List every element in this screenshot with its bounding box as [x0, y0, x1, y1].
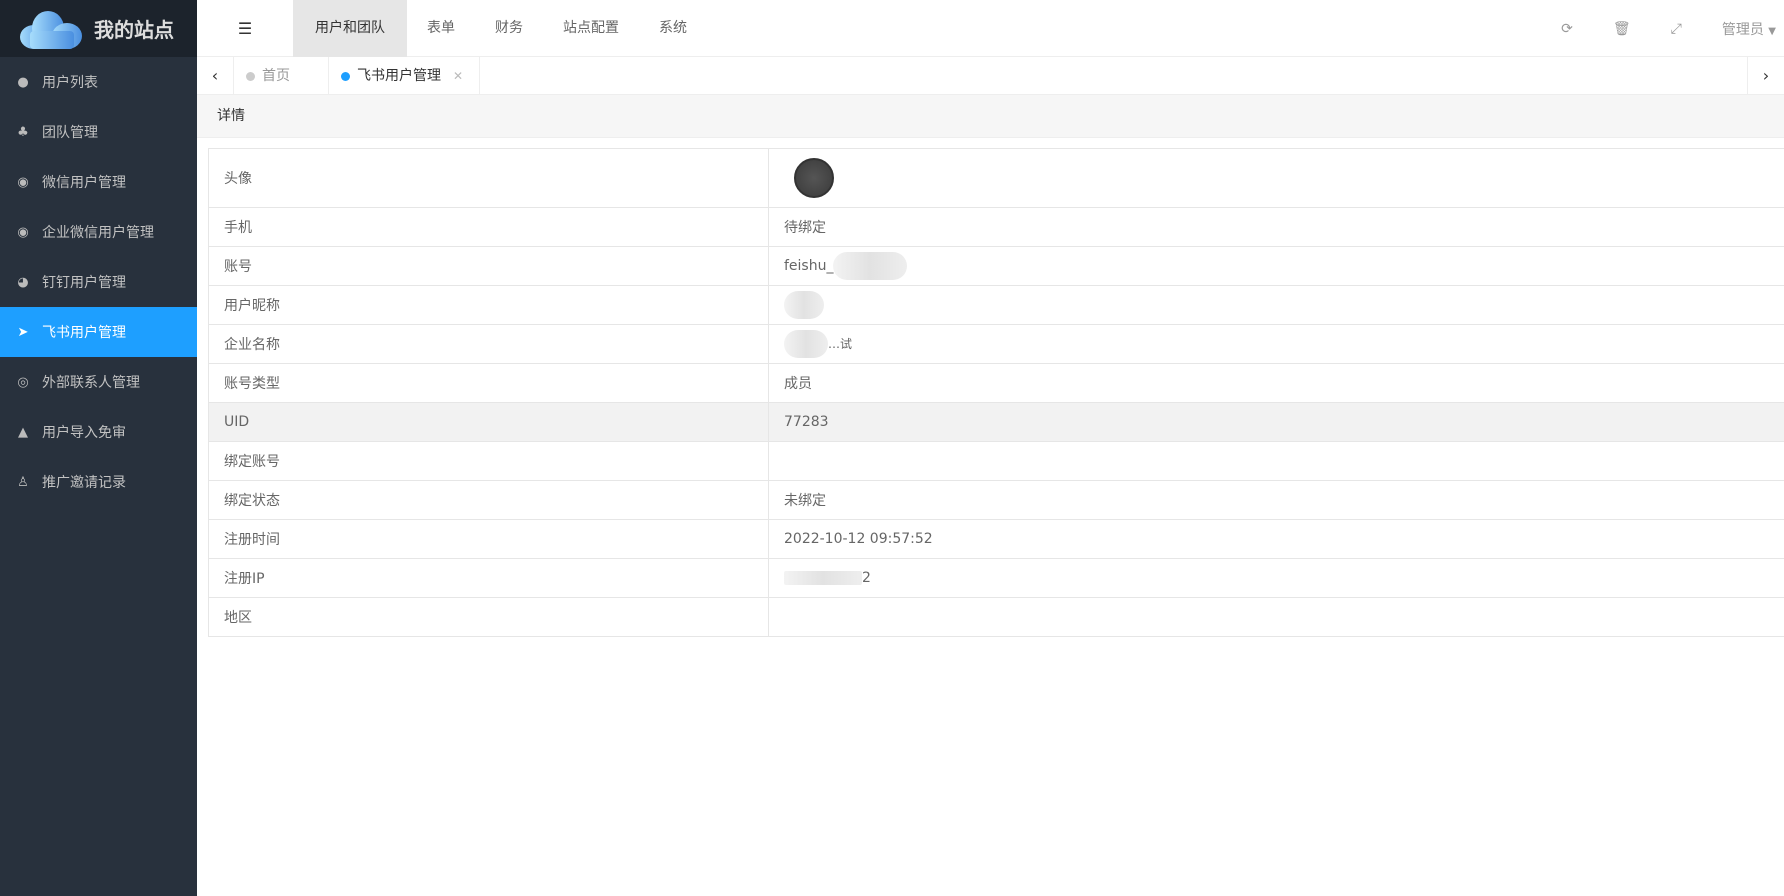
tab-feishu-users[interactable]: 飞书用户管理 ✕ — [329, 56, 481, 95]
row-label: 绑定状态 — [208, 480, 769, 520]
row-label: 用户昵称 — [208, 285, 769, 325]
sidebar-item-wecom[interactable]: ◉ 企业微信用户管理 — [0, 207, 197, 257]
sidebar-item-label: 外部联系人管理 — [42, 375, 140, 391]
sidebar-item-invites[interactable]: ♙ 推广邀请记录 — [0, 457, 197, 507]
row-label: 账号 — [208, 246, 769, 286]
refresh-icon[interactable]: ⟳ — [1561, 21, 1573, 37]
table-row: 注册时间 2022-10-12 09:57:52 — [208, 519, 1784, 559]
row-value: 未绑定 — [768, 480, 1784, 520]
blurred-value — [784, 330, 828, 358]
table-row: 注册IP 2 — [208, 558, 1784, 598]
collapse-menu-icon[interactable]: ☰ — [197, 19, 293, 38]
sidebar-item-team[interactable]: ♣ 团队管理 — [0, 107, 197, 157]
row-value: 成员 — [768, 363, 1784, 403]
sidebar: 我的站点 ● 用户列表 ♣ 团队管理 ◉ 微信用户管理 ◉ 企业微信用户管理 ◕ 钉钉用户… — [0, 0, 197, 896]
table-row: 用户昵称 — [208, 285, 1784, 325]
row-value: …试 — [828, 337, 853, 351]
tab-dot — [246, 71, 255, 81]
user-icon: ● — [17, 74, 29, 90]
table-row: UID 77283 — [208, 402, 1784, 442]
wechat-icon: ◉ — [17, 224, 29, 240]
sidebar-item-wechat[interactable]: ◉ 微信用户管理 — [0, 157, 197, 207]
user-name: 管理员 — [1721, 21, 1764, 38]
row-label: 地区 — [208, 597, 769, 637]
user-secret-icon: ▲ — [18, 424, 28, 440]
users-icon: ♣ — [17, 124, 29, 140]
sidebar-item-label: 钉钉用户管理 — [42, 275, 126, 291]
nav-system[interactable]: 系统 — [639, 0, 707, 57]
top-header: ☰ 用户和团队 表单 财务 站点配置 系统 ⟳ 🗑 ⤢ 管理员 ▼ — [197, 0, 1784, 57]
table-row: 头像 — [208, 148, 1784, 208]
nav-finance[interactable]: 财务 — [475, 0, 543, 57]
brand-title: 我的站点 — [94, 18, 174, 42]
sidebar-item-dingtalk[interactable]: ◕ 钉钉用户管理 — [0, 257, 197, 307]
dingtalk-icon: ◕ — [17, 274, 29, 290]
tab-dot — [341, 71, 350, 81]
sidebar-item-label: 企业微信用户管理 — [42, 225, 154, 241]
trash-icon[interactable]: 🗑 — [1613, 21, 1631, 37]
table-row: 绑定状态 未绑定 — [208, 480, 1784, 520]
row-value: 2022-10-12 09:57:52 — [768, 519, 1784, 559]
sidebar-item-label: 团队管理 — [42, 125, 98, 141]
brand[interactable]: 我的站点 — [0, 0, 197, 57]
tab-label: 首页 — [262, 67, 290, 84]
row-value: feishu_ — [784, 258, 834, 274]
fullscreen-icon[interactable]: ⤢ — [1671, 21, 1682, 37]
user-circle-icon: ◎ — [17, 374, 29, 390]
sidebar-item-user-list[interactable]: ● 用户列表 — [0, 57, 197, 107]
close-icon[interactable]: ✕ — [453, 69, 463, 83]
table-row: 账号类型 成员 — [208, 363, 1784, 403]
table-row: 账号 feishu_ — [208, 246, 1784, 286]
row-value: 待绑定 — [768, 207, 1784, 247]
table-row: 地区 — [208, 597, 1784, 637]
row-label: 注册时间 — [208, 519, 769, 559]
user-menu[interactable]: 管理员 ▼ — [1722, 19, 1776, 39]
sidebar-item-label: 飞书用户管理 — [42, 325, 126, 341]
sidebar-item-label: 微信用户管理 — [42, 175, 126, 191]
row-value: 2 — [862, 570, 871, 586]
tab-bar: ‹ 首页 飞书用户管理 ✕ › — [197, 56, 1784, 95]
blurred-value — [784, 571, 862, 585]
user-outline-icon: ♙ — [17, 474, 29, 490]
row-label: UID — [208, 402, 769, 442]
sidebar-item-label: 用户导入免审 — [42, 425, 126, 441]
sidebar-item-label: 推广邀请记录 — [42, 475, 126, 491]
table-row: 企业名称 …试 — [208, 324, 1784, 364]
details-table: 头像 手机 待绑定 账号 feishu_ 用户昵称 企业名称 …试 账号类型 成员 UI… — [208, 148, 1784, 637]
table-row: 手机 待绑定 — [208, 207, 1784, 247]
cloud-logo-icon — [20, 9, 82, 49]
sidebar-item-label: 用户列表 — [42, 75, 98, 91]
tabs-prev-icon[interactable]: ‹ — [197, 56, 234, 95]
wechat-icon: ◉ — [17, 174, 29, 190]
row-label: 注册IP — [208, 558, 769, 598]
blurred-value — [784, 291, 824, 319]
row-label: 头像 — [208, 148, 769, 208]
sidebar-item-import[interactable]: ▲ 用户导入免审 — [0, 407, 197, 457]
row-value — [768, 441, 1784, 481]
avatar — [794, 158, 834, 198]
row-value — [768, 597, 1784, 637]
row-value: 77283 — [768, 402, 1784, 442]
tab-home[interactable]: 首页 — [234, 56, 329, 95]
row-label: 账号类型 — [208, 363, 769, 403]
row-label: 绑定账号 — [208, 441, 769, 481]
table-row: 绑定账号 — [208, 441, 1784, 481]
caret-down-icon: ▼ — [1768, 25, 1776, 37]
tabs-next-icon[interactable]: › — [1747, 56, 1784, 95]
card-header: 详情 — [197, 95, 1784, 138]
nav-site-config[interactable]: 站点配置 — [543, 0, 639, 57]
nav-users-teams[interactable]: 用户和团队 — [293, 0, 407, 57]
sidebar-item-external-contacts[interactable]: ◎ 外部联系人管理 — [0, 357, 197, 407]
row-label: 企业名称 — [208, 324, 769, 364]
tab-label: 飞书用户管理 — [357, 67, 441, 84]
paper-plane-icon: ➤ — [17, 324, 29, 340]
sidebar-item-feishu[interactable]: ➤ 飞书用户管理 — [0, 307, 197, 357]
nav-forms[interactable]: 表单 — [407, 0, 475, 57]
row-label: 手机 — [208, 207, 769, 247]
blurred-value — [833, 252, 908, 280]
